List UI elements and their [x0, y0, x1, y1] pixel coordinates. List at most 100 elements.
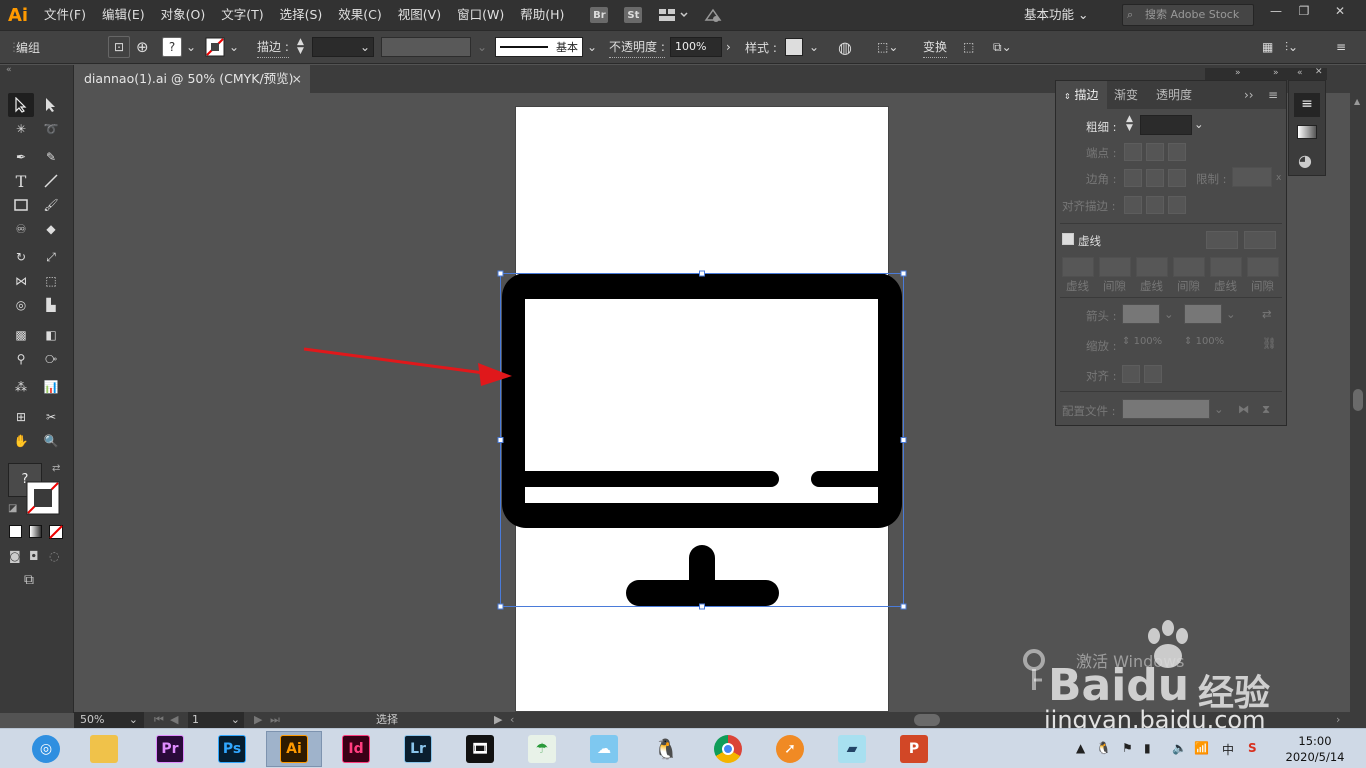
bridge-button[interactable]: Br — [588, 6, 610, 24]
paintbrush-tool[interactable]: 🖌 — [38, 193, 64, 217]
selection-tool[interactable] — [8, 93, 34, 117]
start-arrowhead-dropdown[interactable] — [1122, 304, 1160, 324]
tray-battery-icon[interactable]: ▮ — [1144, 741, 1151, 755]
width-profile-dropdown[interactable] — [1122, 399, 1210, 419]
rotate-tool[interactable]: ↻ — [8, 245, 34, 269]
stroke-swatch-button[interactable]: ⌄ — [205, 31, 239, 63]
swap-colors-icon[interactable]: ⇄ — [52, 463, 60, 474]
zoom-field[interactable]: 50% ⌄ — [74, 712, 144, 728]
arrow-extend-button[interactable] — [1122, 365, 1140, 383]
perspective-grid-tool[interactable]: ▙ — [38, 293, 64, 317]
pen-tool[interactable]: ✒ — [8, 145, 34, 169]
stroke-color-box[interactable] — [26, 481, 60, 515]
color-mode-button[interactable] — [9, 525, 22, 538]
taskbar-qq[interactable]: 🐧 — [638, 731, 694, 767]
stroke-weight-stepper[interactable]: ▲ ▼ — [297, 31, 304, 63]
taskbar-chrome[interactable] — [700, 731, 756, 767]
transform-icon-button[interactable]: ⬚ — [963, 31, 974, 63]
scroll-right-icon[interactable]: › — [1336, 712, 1340, 728]
direct-selection-tool[interactable] — [38, 93, 64, 117]
round-join-button[interactable] — [1146, 169, 1164, 187]
taskbar-photoshop[interactable]: Ps — [204, 731, 260, 767]
taskbar-cloud-app[interactable]: ☁ — [576, 731, 632, 767]
eyedropper-tool[interactable]: ⚲ — [8, 347, 34, 371]
mesh-tool[interactable]: ▩ — [8, 323, 34, 347]
dashed-line-checkbox[interactable] — [1062, 233, 1074, 245]
tab-transparency[interactable]: 透明度 — [1156, 81, 1192, 109]
tray-expand-icon[interactable]: ▲ — [1076, 741, 1085, 755]
projecting-cap-button[interactable] — [1168, 143, 1186, 161]
panel-menu-icon[interactable]: ≡ — [1268, 81, 1278, 109]
expand-icon[interactable]: » — [1273, 68, 1279, 78]
eraser-tool[interactable]: ◆ — [38, 217, 64, 241]
bevel-join-button[interactable] — [1168, 169, 1186, 187]
prev-artboard-icon[interactable]: ◀ — [170, 712, 178, 728]
taskbar-360-browser[interactable]: ◎ — [18, 731, 74, 767]
taskbar-notes-app[interactable]: ▰ — [824, 731, 880, 767]
workspace-switcher[interactable]: 基本功能 ⌄ — [1024, 0, 1088, 30]
vertical-scrollbar[interactable]: ▲ — [1350, 93, 1366, 712]
variable-width-profile[interactable]: ⌄ — [381, 31, 487, 63]
control-bar-options[interactable]: ⫶⌄ — [1285, 31, 1298, 63]
shape-builder-tool[interactable]: ◎ — [8, 293, 34, 317]
none-mode-button[interactable] — [49, 525, 63, 539]
tab-gradient[interactable]: 渐变 — [1114, 81, 1138, 109]
handle-bottom-center[interactable] — [699, 603, 705, 610]
end-scale-field[interactable]: ⇕ 100% — [1184, 336, 1224, 347]
transform-link[interactable]: 变换 — [923, 36, 948, 58]
gradient-panel-icon[interactable] — [1297, 125, 1317, 139]
recolor-button[interactable]: ◍ — [838, 31, 852, 63]
align-outside-button[interactable] — [1168, 196, 1186, 214]
flip-vertical-icon[interactable]: ⧗ — [1262, 402, 1270, 417]
gap-1-input[interactable] — [1099, 257, 1131, 277]
menu-view[interactable]: 视图(V) — [390, 0, 449, 30]
vertical-scroll-thumb[interactable] — [1353, 389, 1363, 411]
curvature-tool[interactable]: ✎ — [38, 145, 64, 169]
artboard-number-field[interactable]: 1 ⌄ — [188, 712, 244, 728]
transparency-panel-icon[interactable]: ◕ — [1298, 151, 1312, 170]
menu-file[interactable]: 文件(F) — [36, 0, 94, 30]
document-tab[interactable]: diannao(1).ai @ 50% (CMYK/预览) × — [74, 65, 310, 93]
rectangle-tool[interactable] — [8, 193, 34, 217]
weight-stepper[interactable]: ▲ ▼ — [1126, 115, 1133, 133]
close-panel-icon[interactable]: ✕ — [1315, 67, 1323, 77]
screen-mode-icon[interactable]: ⧉ — [24, 572, 34, 588]
free-transform-tool[interactable]: ⬚ — [38, 269, 64, 293]
menu-edit[interactable]: 编辑(E) — [94, 0, 153, 30]
close-tab-icon[interactable]: × — [292, 65, 302, 93]
dash-2-input[interactable] — [1136, 257, 1168, 277]
menu-effect[interactable]: 效果(C) — [330, 0, 389, 30]
align-button[interactable]: ⬚⌄ — [877, 31, 898, 63]
miter-join-button[interactable] — [1124, 169, 1142, 187]
gap-2-input[interactable] — [1173, 257, 1205, 277]
draw-normal-icon[interactable]: ◙ — [9, 549, 21, 563]
butt-cap-button[interactable] — [1124, 143, 1142, 161]
weight-input[interactable] — [1140, 115, 1192, 135]
opacity-slider-button[interactable]: › — [726, 31, 731, 63]
last-artboard-icon[interactable]: ⏭ — [270, 712, 280, 728]
magic-wand-tool[interactable]: ✳ — [8, 117, 34, 141]
scroll-left-icon[interactable]: ‹ — [510, 712, 514, 728]
preserve-dash-button[interactable] — [1206, 231, 1238, 249]
tray-qq-icon[interactable]: 🐧 — [1096, 741, 1111, 755]
stock-search-input[interactable]: ⌕ 搜索 Adobe Stock — [1122, 4, 1254, 26]
slice-tool[interactable]: ✂ — [38, 405, 64, 429]
arrange-panels-button[interactable]: ▦ — [1262, 31, 1273, 63]
dash-3-input[interactable] — [1210, 257, 1242, 277]
menu-type[interactable]: 文字(T) — [213, 0, 271, 30]
control-bar-menu[interactable]: ≡ — [1336, 31, 1346, 63]
isolate-mode-button[interactable]: ⧉⌄ — [993, 31, 1012, 63]
handle-middle-right[interactable] — [900, 437, 907, 443]
handle-bottom-left[interactable] — [497, 603, 504, 610]
taskbar-powerpoint[interactable]: P — [886, 731, 942, 767]
stock-button[interactable]: St — [622, 6, 644, 24]
tray-ime-indicator[interactable]: 中 — [1222, 741, 1234, 758]
status-menu-icon[interactable]: ▶ — [494, 712, 502, 728]
align-inside-button[interactable] — [1146, 196, 1164, 214]
draw-behind-icon[interactable]: ◘ — [29, 549, 39, 563]
lasso-tool[interactable]: ➰ — [38, 117, 64, 141]
next-artboard-icon[interactable]: ▶ — [254, 712, 262, 728]
brush-definition-dropdown[interactable]: 基本 ⌄ — [495, 31, 597, 63]
close-window-button[interactable]: ✕ — [1322, 0, 1358, 24]
zoom-tool[interactable]: 🔍 — [38, 429, 64, 453]
